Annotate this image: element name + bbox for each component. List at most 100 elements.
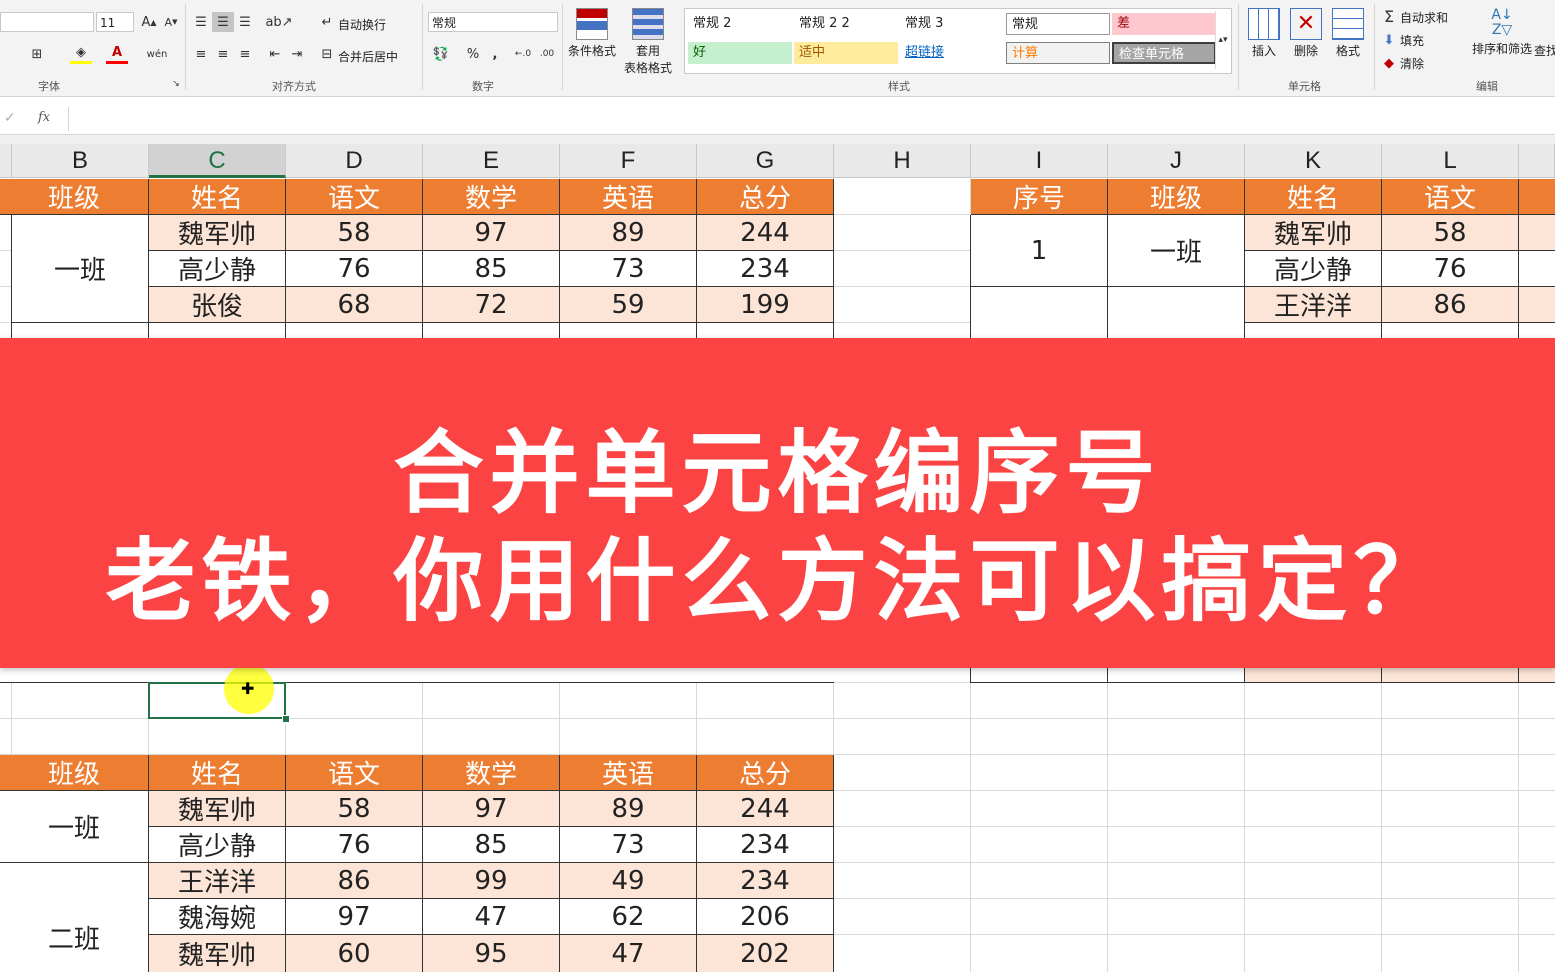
- clear-icon[interactable]: ◆: [1378, 53, 1400, 73]
- table-cell-hidden[interactable]: [1519, 668, 1555, 683]
- style-check-cell[interactable]: 检查单元格: [1112, 42, 1216, 64]
- table-cell[interactable]: 47: [423, 899, 560, 935]
- border-icon[interactable]: ⊞: [26, 44, 48, 64]
- table-cell[interactable]: 魏军帅: [1245, 215, 1382, 251]
- wrap-text-button[interactable]: 自动换行: [338, 16, 386, 33]
- table-cell[interactable]: 60: [286, 935, 423, 972]
- autosum-icon[interactable]: Σ: [1378, 6, 1400, 26]
- header-cell[interactable]: 总分: [697, 755, 834, 791]
- merged-class-cell[interactable]: 一班: [0, 791, 149, 863]
- increase-decimal-button[interactable]: ←.0: [512, 44, 534, 64]
- table-cell[interactable]: 76: [1382, 251, 1519, 287]
- table-cell[interactable]: 47: [560, 935, 697, 972]
- table-cell[interactable]: 高少静: [149, 827, 286, 863]
- table-cell[interactable]: 49: [560, 863, 697, 899]
- accounting-format-icon[interactable]: 💱: [430, 44, 452, 64]
- header-cell[interactable]: 姓名: [149, 179, 286, 215]
- insert-function-icon[interactable]: fx: [38, 110, 50, 125]
- header-cell[interactable]: 英语: [560, 755, 697, 791]
- fill-color-icon[interactable]: ◈: [70, 44, 92, 64]
- table-cell[interactable]: 97: [286, 899, 423, 935]
- header-cell[interactable]: 总分: [697, 179, 834, 215]
- table-cell[interactable]: 234: [697, 863, 834, 899]
- fill-icon[interactable]: ⬇: [1378, 30, 1400, 50]
- table-cell[interactable]: 58: [1382, 215, 1519, 251]
- column-header-f[interactable]: F: [560, 144, 697, 178]
- table-cell[interactable]: 魏军帅: [149, 935, 286, 972]
- table-cell[interactable]: 85: [423, 251, 560, 287]
- table-cell-hidden[interactable]: [697, 323, 834, 339]
- font-color-icon[interactable]: A: [106, 44, 128, 64]
- table-cell[interactable]: 68: [286, 287, 423, 323]
- table-cell[interactable]: 魏军帅: [149, 215, 286, 251]
- table-cell-hidden[interactable]: [286, 323, 423, 339]
- table-cell[interactable]: 62: [560, 899, 697, 935]
- table-cell[interactable]: 58: [286, 791, 423, 827]
- gallery-scroll-icon[interactable]: ▴▾: [1215, 11, 1230, 69]
- fill-handle[interactable]: [282, 715, 290, 723]
- table-cell[interactable]: [1519, 287, 1555, 323]
- phonetic-icon[interactable]: wén: [146, 44, 168, 64]
- autosum-button[interactable]: 自动求和: [1400, 9, 1448, 26]
- header-cell[interactable]: [1519, 179, 1555, 215]
- table-cell[interactable]: 魏海婉: [149, 899, 286, 935]
- style-normal-3[interactable]: 常规 3: [900, 13, 1004, 35]
- table-cell[interactable]: 99: [423, 863, 560, 899]
- table-cell[interactable]: 73: [560, 251, 697, 287]
- row-header-corner[interactable]: [0, 144, 12, 178]
- format-as-table-button[interactable]: 套用 表格格式: [624, 8, 672, 76]
- table-cell[interactable]: 王洋洋: [1245, 287, 1382, 323]
- grow-font-icon[interactable]: A ▲: [138, 12, 160, 32]
- header-cell[interactable]: 班级: [0, 179, 149, 215]
- comma-style-button[interactable]: ,: [484, 44, 506, 64]
- merge-center-icon[interactable]: ⊟: [316, 44, 338, 64]
- align-bottom-icon[interactable]: ☰: [234, 12, 256, 32]
- table-cell[interactable]: 魏军帅: [149, 791, 286, 827]
- table-cell[interactable]: 高少静: [1245, 251, 1382, 287]
- font-dialog-launcher-icon[interactable]: ↘: [170, 78, 182, 90]
- table-cell-hidden[interactable]: [423, 323, 560, 339]
- style-bad[interactable]: 差: [1112, 13, 1216, 35]
- table-cell-hidden[interactable]: [1245, 323, 1382, 339]
- table-cell-hidden[interactable]: [1108, 668, 1245, 683]
- column-header-j[interactable]: J: [1108, 144, 1245, 178]
- table-cell[interactable]: 89: [560, 215, 697, 251]
- table-cell[interactable]: 59: [560, 287, 697, 323]
- align-center-icon[interactable]: ≡: [212, 44, 234, 64]
- table-cell[interactable]: 张俊: [149, 287, 286, 323]
- header-cell[interactable]: 姓名: [1245, 179, 1382, 215]
- merged-seq-cell[interactable]: 1: [970, 215, 1108, 287]
- table-cell[interactable]: 97: [423, 791, 560, 827]
- table-cell[interactable]: 234: [697, 251, 834, 287]
- decrease-indent-icon[interactable]: ⇤: [264, 44, 286, 64]
- table-cell[interactable]: 86: [286, 863, 423, 899]
- font-size-box[interactable]: 11: [96, 12, 134, 32]
- style-calculation[interactable]: 计算: [1006, 42, 1110, 64]
- table-cell[interactable]: 72: [423, 287, 560, 323]
- column-header-c[interactable]: C: [149, 144, 286, 178]
- table-cell[interactable]: 王洋洋: [149, 863, 286, 899]
- table-cell[interactable]: 97: [423, 215, 560, 251]
- header-cell[interactable]: 姓名: [149, 755, 286, 791]
- table-cell-hidden[interactable]: [149, 323, 286, 339]
- table-cell-hidden[interactable]: [1382, 323, 1519, 339]
- orientation-icon[interactable]: ab↗: [265, 12, 292, 32]
- merged-seq-cell[interactable]: [970, 287, 1108, 339]
- table-cell[interactable]: 85: [423, 827, 560, 863]
- table-cell[interactable]: 76: [286, 827, 423, 863]
- increase-indent-icon[interactable]: ⇥: [286, 44, 308, 64]
- number-format-box[interactable]: 常规: [428, 12, 558, 32]
- align-right-icon[interactable]: ≡: [234, 44, 256, 64]
- header-cell[interactable]: 班级: [0, 755, 149, 791]
- column-header-e[interactable]: E: [423, 144, 560, 178]
- merged-class-cell[interactable]: 一班: [1108, 215, 1245, 287]
- decrease-decimal-button[interactable]: .00: [536, 44, 558, 64]
- column-header-l[interactable]: L: [1382, 144, 1519, 178]
- table-cell[interactable]: 89: [560, 791, 697, 827]
- header-cell[interactable]: 语文: [286, 179, 423, 215]
- format-button[interactable]: 格式: [1324, 8, 1372, 59]
- table-cell[interactable]: 95: [423, 935, 560, 972]
- merge-center-button[interactable]: 合并后居中: [338, 48, 398, 65]
- table-cell[interactable]: 234: [697, 827, 834, 863]
- header-cell[interactable]: 数学: [423, 179, 560, 215]
